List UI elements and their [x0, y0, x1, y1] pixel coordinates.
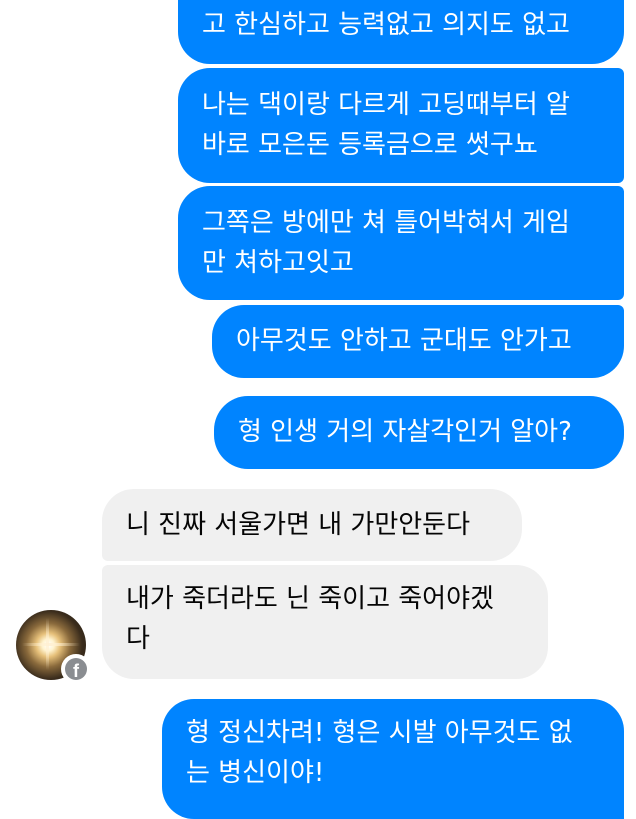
message-bubble-sent[interactable]: 고 한심하고 능력없고 의지도 없고: [178, 0, 624, 64]
message-bubble-received[interactable]: 내가 죽더라도 닌 죽이고 죽어야겠 다: [102, 565, 548, 679]
avatar-flare: [46, 618, 49, 670]
message-line: 만 쳐하고잇고: [202, 248, 354, 278]
message-bubble-sent[interactable]: 그쪽은 방에만 쳐 틀어박혀서 게임 만 쳐하고잇고: [178, 186, 624, 300]
message-line: 형 인생 거의 자살각인거 알아?: [238, 417, 572, 447]
message-line: 내가 죽더라도 닌 죽이고 죽어야겠: [126, 584, 494, 614]
message-line: 다: [126, 624, 150, 654]
message-bubble-sent[interactable]: 아무것도 안하고 군대도 안가고: [212, 305, 624, 378]
message-bubble-received[interactable]: 니 진짜 서울가면 내 가만안둔다: [102, 489, 522, 561]
facebook-glyph: f: [65, 658, 87, 680]
message-line: 아무것도 안하고 군대도 안가고: [236, 326, 572, 356]
message-line: 나는 댁이랑 다르게 고딩때부터 알: [202, 90, 570, 120]
message-line: 는 병신이야!: [186, 758, 325, 788]
avatar-flare: [22, 643, 80, 646]
message-line: 고 한심하고 능력없고 의지도 없고: [202, 10, 570, 40]
message-line: 그쪽은 방에만 쳐 틀어박혀서 게임: [202, 208, 570, 238]
message-line: 형 정신차려! 형은 시발 아무것도 없: [186, 718, 573, 748]
message-bubble-sent[interactable]: 형 인생 거의 자살각인거 알아?: [214, 396, 624, 469]
message-line: 바로 모은돈 등록금으로 썻구뇨: [202, 130, 538, 160]
facebook-icon: f: [61, 654, 91, 684]
message-line: 니 진짜 서울가면 내 가만안둔다: [126, 510, 471, 540]
message-bubble-sent[interactable]: 나는 댁이랑 다르게 고딩때부터 알 바로 모은돈 등록금으로 썻구뇨: [178, 68, 624, 183]
message-bubble-sent[interactable]: 형 정신차려! 형은 시발 아무것도 없 는 병신이야!: [162, 699, 624, 819]
